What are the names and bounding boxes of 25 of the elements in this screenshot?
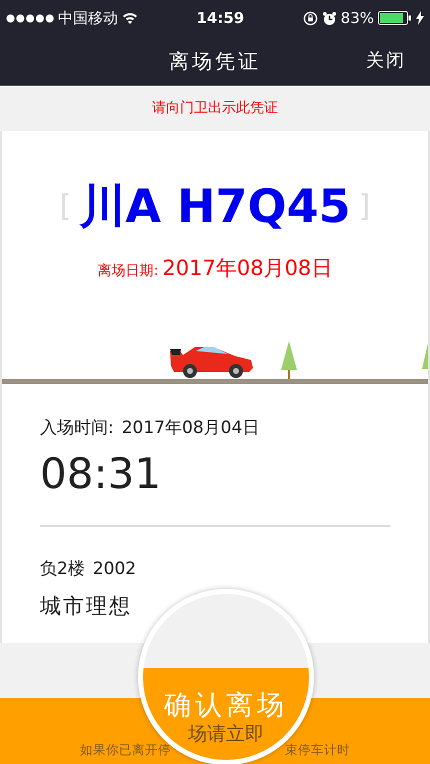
parking-space: 2002: [92, 558, 136, 581]
tree-icon: [281, 340, 297, 378]
parking-lot-name: 城市理想: [40, 594, 132, 618]
bracket: [: [60, 188, 72, 226]
plate-number: 川A H7Q45: [79, 183, 351, 229]
alarm-icon: [322, 10, 337, 26]
bracket: ]: [358, 188, 370, 226]
close-button[interactable]: 关闭: [360, 46, 412, 75]
wifi-icon: [122, 12, 138, 24]
carrier-name: 中国移动: [58, 8, 118, 29]
page-title: 离场凭证: [169, 48, 261, 74]
entry-time-label: 入场时间:: [40, 416, 114, 440]
battery-icon: [378, 11, 412, 25]
signal-icon: [6, 14, 54, 22]
entry-date: 2017年08月04日: [122, 416, 260, 440]
battery-percent: 83%: [340, 8, 374, 29]
exit-date: 2017年08月08日: [162, 255, 332, 282]
rotation-lock-icon: [302, 10, 318, 26]
charging-icon: [416, 11, 424, 25]
parking-floor: 负2楼: [40, 558, 85, 581]
exit-date-label: 离场日期:: [98, 262, 158, 281]
magnified-note: 场请立即: [188, 724, 264, 745]
entry-time: 08:31: [40, 453, 162, 495]
notice-text: 请向门卫出示此凭证: [152, 99, 278, 118]
status-time: 14:59: [196, 8, 244, 29]
